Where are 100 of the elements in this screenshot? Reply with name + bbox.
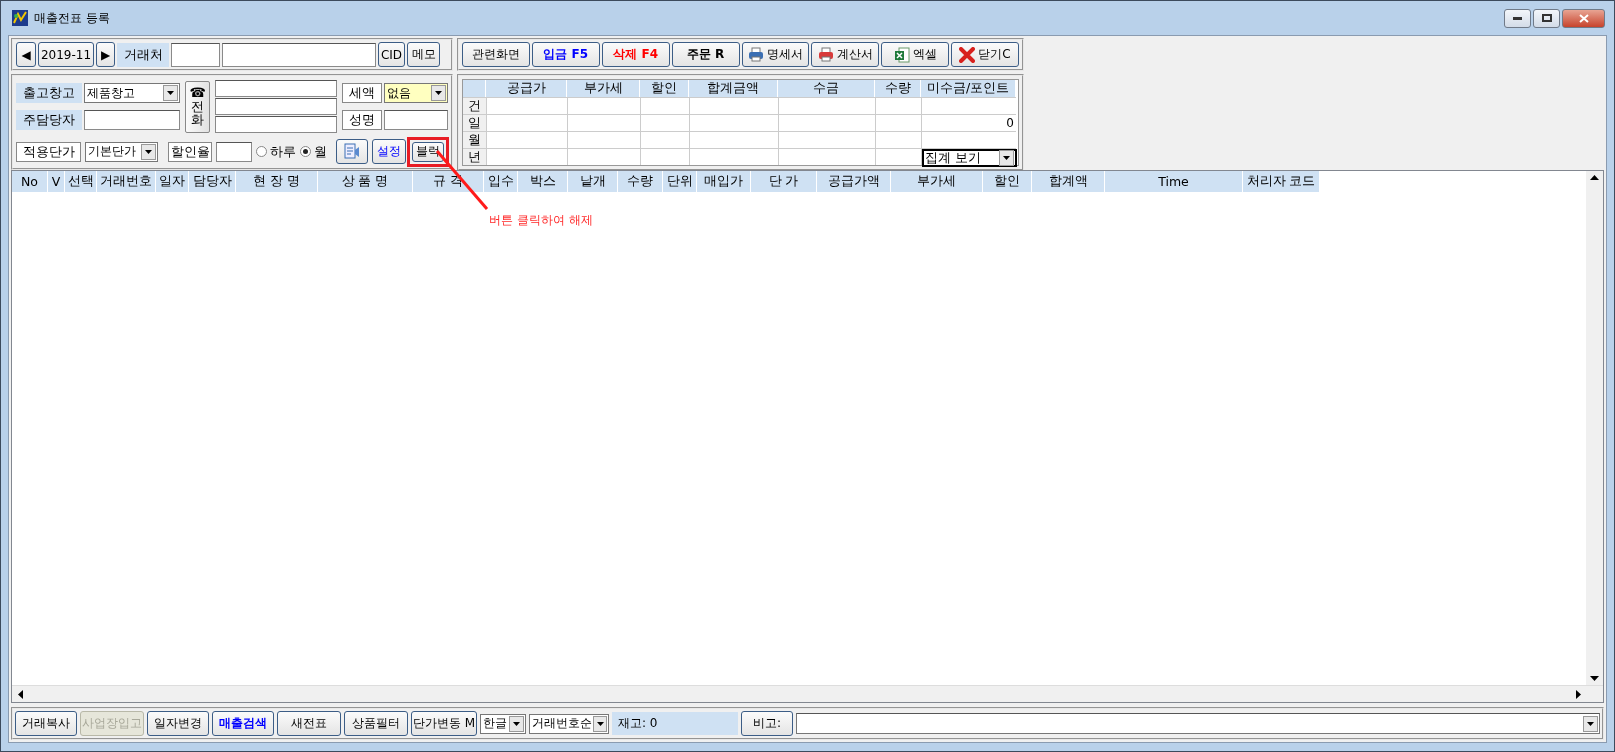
printer-icon (817, 47, 834, 62)
column-header: 부가세 (567, 80, 640, 97)
table-cell (640, 131, 689, 148)
row-header: 월 (463, 131, 486, 148)
memo-select[interactable] (796, 713, 1600, 734)
discount-rate-label: 할인율 (168, 141, 212, 162)
price-type-select[interactable]: 기본단가 (85, 141, 158, 162)
minimize-icon (1513, 16, 1522, 20)
toolbar-button[interactable]: 계산서 (811, 42, 880, 67)
scroll-up-icon[interactable] (1590, 175, 1599, 180)
block-button[interactable]: 블럭 (412, 141, 444, 162)
scroll-down-icon[interactable] (1590, 676, 1599, 681)
column-header[interactable]: 입수 (484, 171, 518, 192)
toolbar-button[interactable]: 주문 R (671, 42, 740, 67)
column-header[interactable]: 매입가 (697, 171, 751, 192)
scroll-left-icon[interactable] (18, 689, 23, 699)
column-header[interactable]: 수량 (618, 171, 663, 192)
phone-field[interactable] (215, 116, 337, 133)
scroll-right-icon[interactable] (1576, 689, 1581, 699)
toolbar-button[interactable]: 관련화면 (462, 42, 530, 67)
table-cell (640, 114, 689, 131)
customer-action-button[interactable]: 메모 (407, 42, 440, 67)
tax-label: 세액 (342, 83, 382, 103)
annotation-text: 버튼 클릭하여 해제 (489, 212, 593, 229)
period-radio[interactable]: 하루 (256, 142, 296, 161)
memo-button[interactable]: 비고: (741, 711, 793, 736)
summary-view-select[interactable]: 집계 보기 (922, 149, 1017, 167)
customer-name-field[interactable] (222, 42, 376, 67)
column-header[interactable]: 선택 (65, 171, 97, 192)
column-header[interactable]: 처리자 코드 (1243, 171, 1320, 192)
spreadsheet-icon (893, 46, 910, 63)
bottom-button[interactable]: 상품필터 (344, 711, 408, 736)
column-header[interactable]: 단 가 (751, 171, 817, 192)
table-cell (875, 131, 921, 148)
manager-label: 주담당자 (16, 110, 82, 130)
warehouse-select[interactable]: 제품창고 (84, 83, 180, 103)
bottom-select[interactable]: 한글 (480, 713, 526, 734)
next-month-button[interactable]: ▶ (96, 42, 115, 67)
column-header[interactable]: 낱개 (568, 171, 618, 192)
phone-field[interactable] (215, 98, 337, 115)
phone-button[interactable]: ☎ 전화 (185, 80, 210, 133)
column-header: 합계금액 (689, 80, 778, 97)
column-header[interactable]: Time (1105, 171, 1243, 192)
column-header[interactable]: 단위 (663, 171, 697, 192)
column-header: 미수금/포인트 (921, 80, 1016, 97)
table-cell (875, 114, 921, 131)
bottom-button[interactable]: 매출검색 (212, 711, 274, 736)
column-header: 수량 (875, 80, 921, 97)
maximize-button[interactable] (1533, 8, 1560, 28)
column-header[interactable]: 부가세 (891, 171, 983, 192)
tax-select[interactable]: 없음 (384, 83, 448, 103)
column-header[interactable]: V (48, 171, 65, 192)
manager-field[interactable] (84, 110, 180, 130)
column-header[interactable]: 합계액 (1032, 171, 1105, 192)
minimize-button[interactable] (1504, 8, 1531, 28)
printer-icon (747, 47, 764, 62)
name-label: 성명 (342, 110, 382, 130)
toolbar-button[interactable]: 삭제 F4 (601, 42, 670, 67)
bottom-button[interactable]: 새전표 (277, 711, 341, 736)
customer-code-field[interactable] (171, 42, 220, 67)
column-header: 공급가 (486, 80, 567, 97)
maximize-icon (1541, 14, 1552, 22)
column-header[interactable]: 담당자 (189, 171, 236, 192)
column-header[interactable]: 현 장 명 (236, 171, 318, 192)
toolbar-button[interactable]: 닫기C (951, 42, 1019, 67)
row-header: 건 (463, 97, 486, 114)
table-cell (640, 148, 689, 165)
table-cell (640, 97, 689, 114)
app-logo-icon (12, 10, 28, 26)
discount-rate-field[interactable] (216, 141, 252, 162)
column-header[interactable]: 박스 (518, 171, 568, 192)
toolbar-button[interactable]: 엑셀 (881, 42, 950, 67)
column-header[interactable]: 일자 (156, 171, 189, 192)
bottom-select[interactable]: 거래번호순 (529, 713, 609, 734)
phone-field[interactable] (215, 80, 337, 97)
column-header: 수금 (778, 80, 875, 97)
close-button[interactable] (1562, 8, 1605, 28)
document-icon (344, 143, 360, 160)
column-header[interactable]: 상 품 명 (318, 171, 413, 192)
vertical-scrollbar[interactable] (1586, 171, 1603, 685)
customer-action-button[interactable]: CID (378, 42, 405, 67)
close-icon (1578, 13, 1589, 23)
month-button[interactable]: 2019-11 (38, 42, 94, 67)
previous-month-button[interactable]: ◀ (16, 42, 36, 67)
bottom-button[interactable]: 일자변경 (147, 711, 209, 736)
toolbar-button[interactable]: 명세서 (741, 42, 810, 67)
column-header[interactable]: 공급가액 (817, 171, 891, 192)
document-sound-button[interactable] (336, 139, 368, 164)
column-header[interactable]: 할인 (983, 171, 1032, 192)
horizontal-scrollbar[interactable] (12, 685, 1603, 702)
column-header[interactable]: No (12, 171, 48, 192)
row-header: 일 (463, 114, 486, 131)
name-field[interactable] (384, 110, 448, 130)
column-header[interactable]: 거래번호 (97, 171, 156, 192)
toolbar-button[interactable]: 입금 F5 (531, 42, 600, 67)
bottom-button[interactable]: 거래복사 (15, 711, 77, 736)
period-radio[interactable]: 월 (300, 142, 327, 161)
column-header: 할인 (640, 80, 689, 97)
settings-button[interactable]: 설정 (372, 139, 406, 164)
bottom-button[interactable]: 단가변동 M (411, 711, 477, 736)
